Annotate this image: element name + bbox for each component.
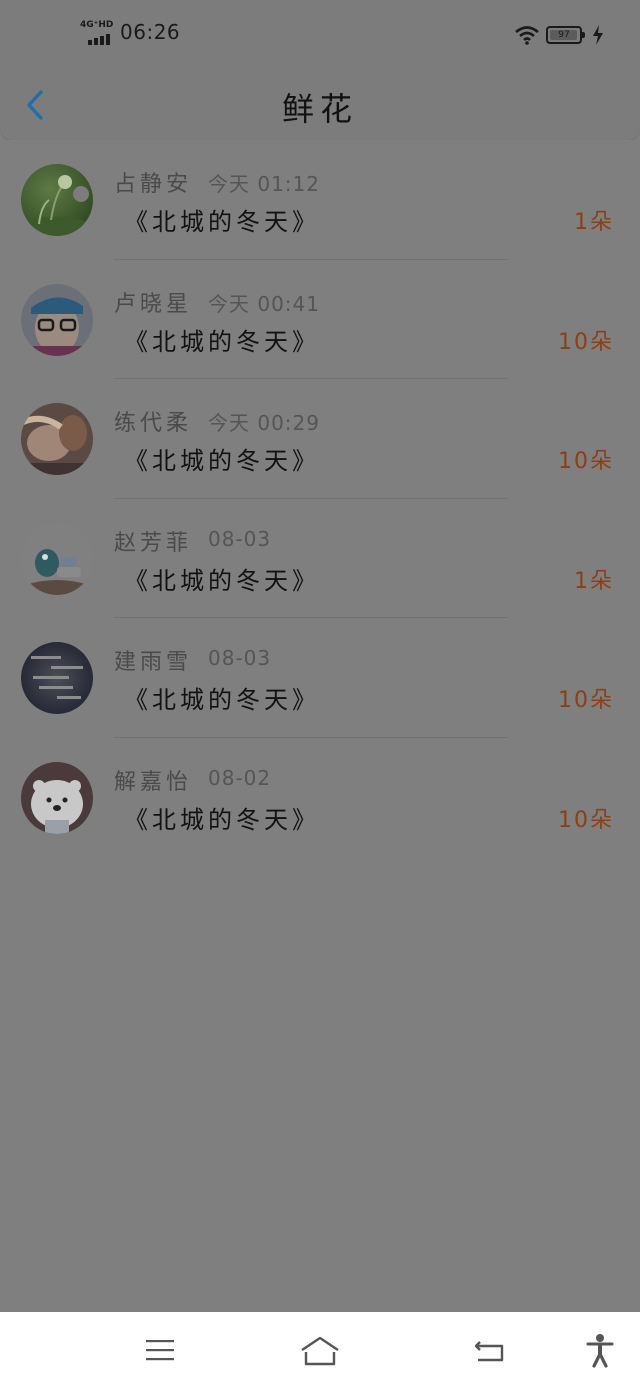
flower-count: 1朵	[574, 568, 614, 594]
cellular-signal-icon: 4G⁺HD	[80, 20, 116, 46]
song-title: 《北城的冬天》	[124, 686, 320, 714]
send-date: 今天 00:41	[208, 291, 320, 316]
network-type: 4G⁺HD	[80, 20, 114, 30]
avatar[interactable]	[21, 403, 93, 475]
sender-name: 占静安	[114, 172, 193, 197]
song-title: 《北城的冬天》	[124, 805, 320, 834]
cap-glasses-avatar-image	[21, 283, 93, 356]
list-item[interactable]: 卢晓星 今天 00:41 《北城的冬天》 10朵	[0, 260, 640, 379]
home-icon[interactable]	[296, 1330, 344, 1370]
accessibility-icon[interactable]	[582, 1330, 618, 1370]
battery-percent: 97	[558, 30, 570, 40]
system-navigation-bar	[0, 1312, 640, 1387]
song-title: 《北城的冬天》	[124, 208, 320, 236]
song-title: 《北城的冬天》	[124, 566, 320, 595]
sender-name: 卢晓星	[114, 291, 193, 317]
avatar[interactable]	[21, 283, 93, 356]
flower-count: 10朵	[558, 688, 614, 713]
avatar[interactable]	[21, 761, 93, 834]
song-title: 《北城的冬天》	[124, 327, 320, 356]
wifi-icon	[515, 26, 539, 45]
flower-count: 1朵	[574, 210, 614, 235]
send-date: 今天 00:29	[208, 411, 320, 435]
dark-text-avatar-image	[21, 642, 93, 714]
app-screen: 4G⁺HD 06:26 97 鲜花 占静安 今天 01:12 《北城的冬天》 1…	[0, 0, 640, 1387]
avatar[interactable]	[21, 164, 93, 236]
list-item[interactable]: 练代柔 今天 00:29 《北城的冬天》 10朵	[0, 379, 640, 499]
send-date: 今天 01:12	[208, 172, 320, 196]
avatar[interactable]	[21, 522, 93, 595]
battery-icon: 97	[546, 26, 585, 44]
cartoon-avatar-image	[21, 522, 93, 595]
list-item[interactable]: 占静安 今天 01:12 《北城的冬天》 1朵	[0, 140, 640, 260]
flower-count: 10朵	[558, 329, 614, 355]
menu-icon[interactable]	[140, 1330, 180, 1370]
send-date: 08-02	[208, 765, 272, 790]
page-header: 鲜花	[0, 64, 640, 141]
charging-icon	[593, 25, 603, 45]
couple-avatar-image	[21, 403, 93, 475]
status-bar: 4G⁺HD 06:26 97	[0, 0, 640, 64]
clock: 06:26	[120, 20, 181, 44]
flower-count: 10朵	[558, 449, 614, 474]
bear-avatar-image	[21, 761, 93, 834]
dandelion-avatar-image	[21, 164, 93, 236]
avatar[interactable]	[21, 642, 93, 714]
return-icon[interactable]	[470, 1330, 510, 1370]
list-item[interactable]: 建雨雪 08-03 《北城的冬天》 10朵	[0, 618, 640, 738]
page-title: 鲜花	[281, 90, 358, 128]
sender-name: 练代柔	[114, 411, 193, 436]
send-date: 08-03	[208, 526, 272, 551]
list-item[interactable]: 解嘉怡 08-02 《北城的冬天》 10朵	[0, 738, 640, 858]
song-title: 《北城的冬天》	[124, 447, 320, 475]
sender-name: 建雨雪	[114, 650, 193, 675]
sender-name: 赵芳菲	[114, 530, 193, 556]
send-date: 08-03	[208, 646, 272, 670]
list-item[interactable]: 赵芳菲 08-03 《北城的冬天》 1朵	[0, 499, 640, 618]
sender-name: 解嘉怡	[114, 769, 193, 795]
flower-count: 10朵	[558, 807, 614, 833]
flower-record-list: 占静安 今天 01:12 《北城的冬天》 1朵 卢晓星 今天 00:41 《北城…	[0, 140, 640, 858]
